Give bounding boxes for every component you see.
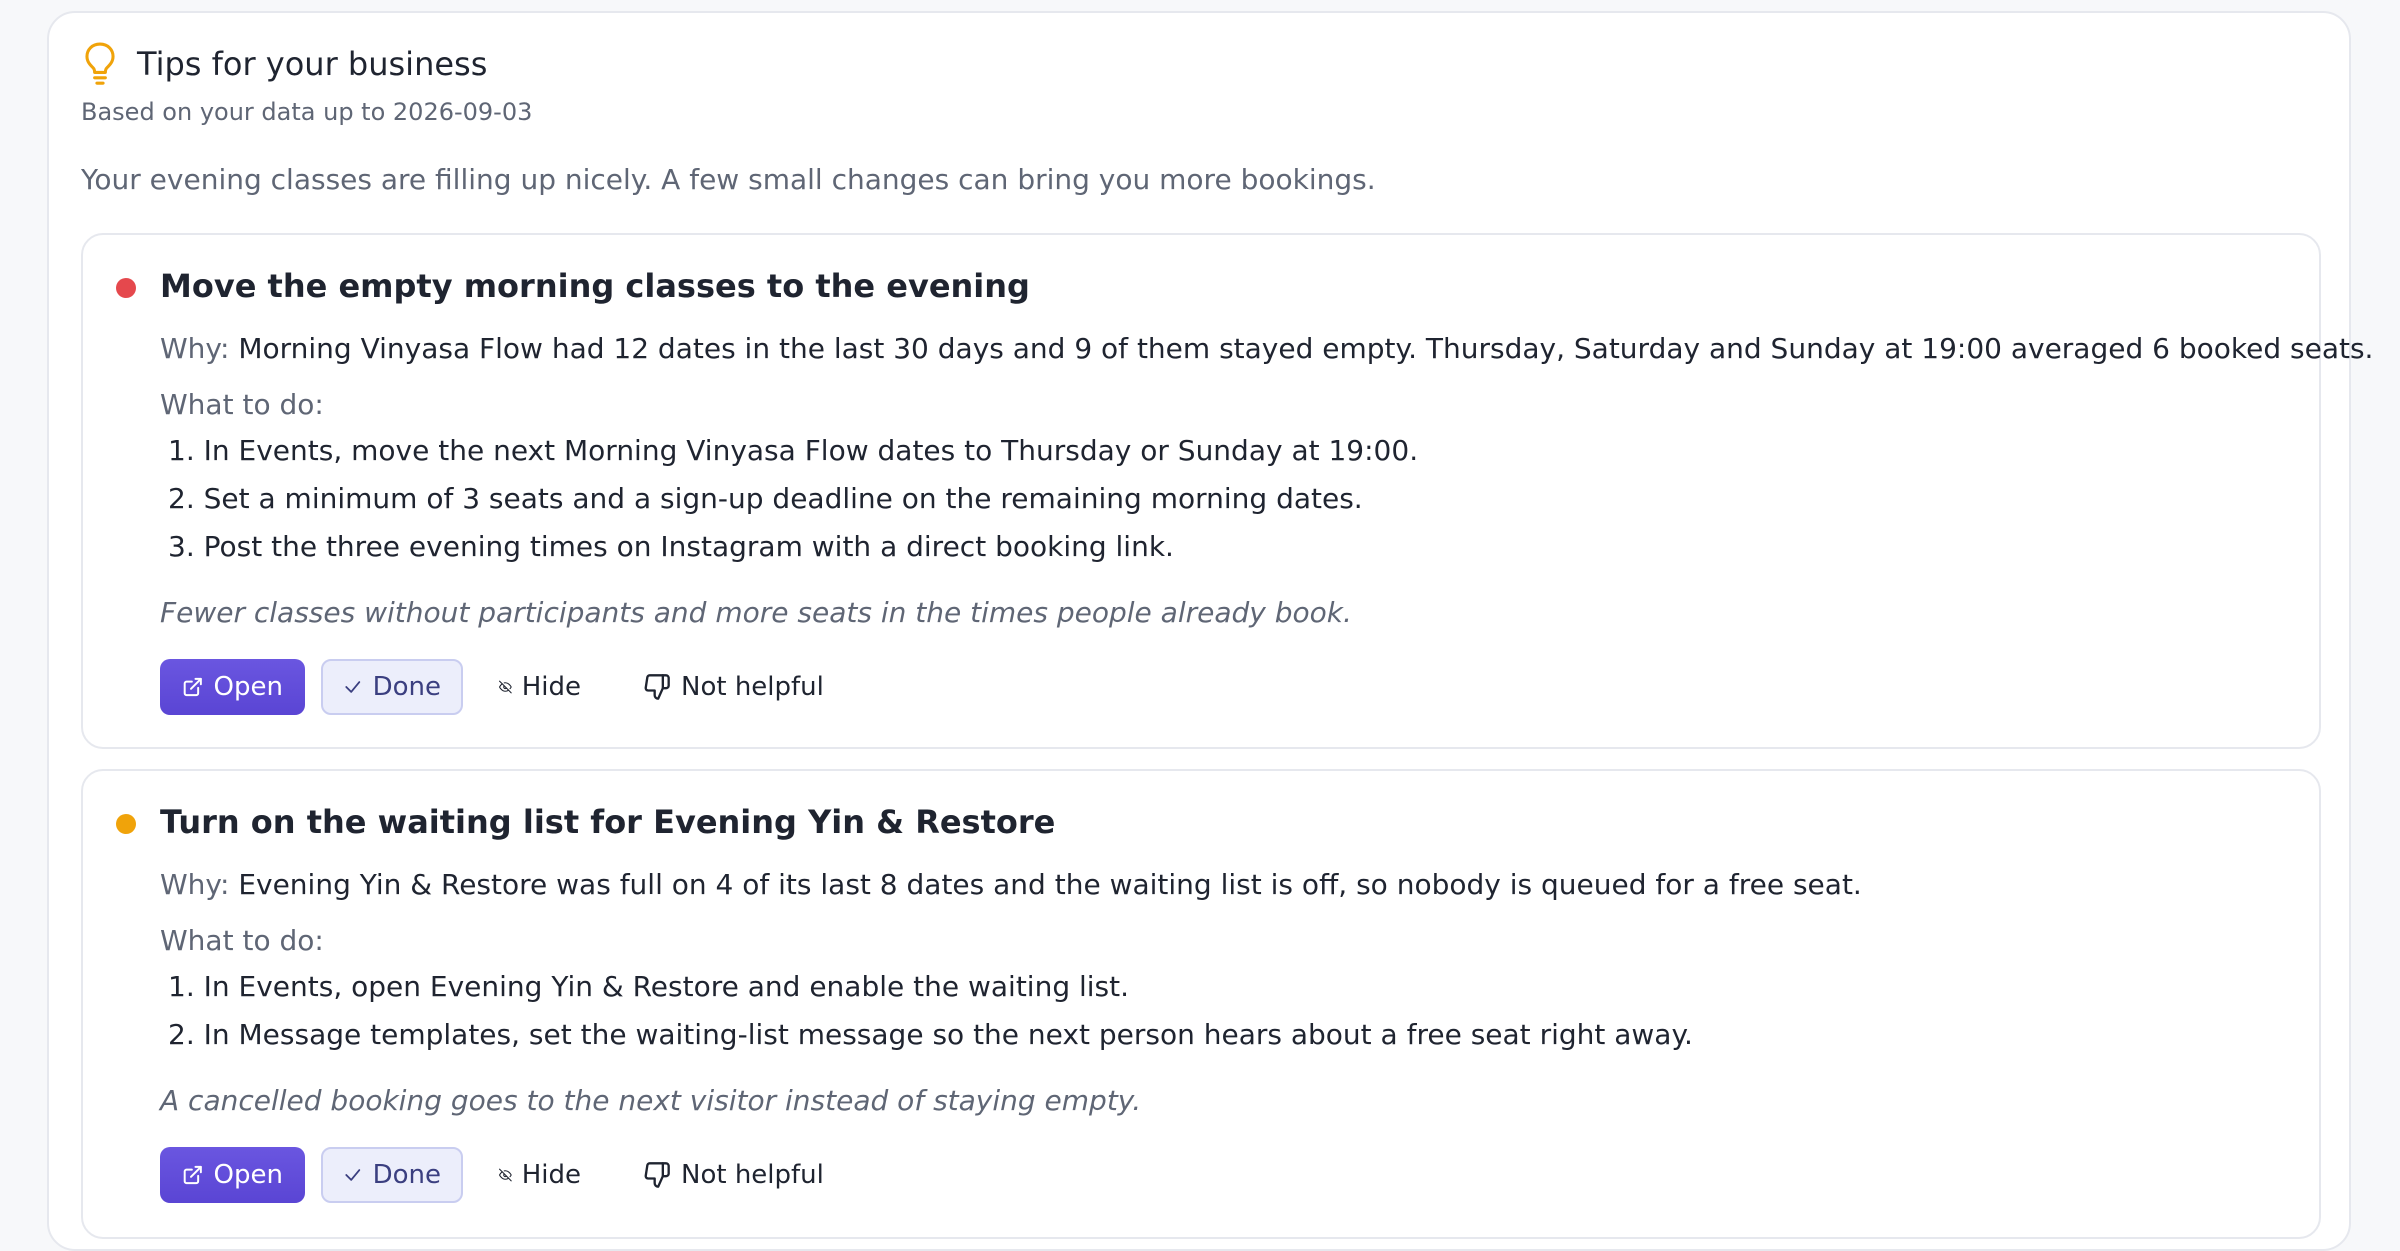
done-label: Done [372, 1160, 441, 1190]
tip-outcome: Fewer classes without participants and m… [160, 596, 1352, 629]
not-helpful-button[interactable]: Not helpful [643, 1147, 842, 1203]
why-label: Why: [160, 868, 230, 901]
hide-button[interactable]: Hide [499, 1147, 599, 1203]
tip-card: Move the empty morning classes to the ev… [81, 233, 2373, 749]
data-date-note: Based on your data up to 2026-09-03 [81, 98, 533, 126]
tip-outcome: A cancelled booking goes to the next vis… [160, 1084, 1142, 1117]
priority-dot [116, 814, 136, 834]
done-label: Done [372, 672, 441, 702]
tip-actions: Open Done Hide Not helpful [160, 1147, 842, 1203]
external-link-icon [183, 677, 202, 697]
step-item: 2. In Message templates, set the waiting… [168, 1018, 1693, 1051]
hide-button[interactable]: Hide [499, 659, 599, 715]
not-helpful-label: Not helpful [681, 1160, 824, 1190]
panel-header: Tips for your business [81, 41, 487, 87]
panel-title: Tips for your business [137, 45, 488, 83]
step-item: 2. Set a minimum of 3 seats and a sign-u… [168, 482, 1363, 515]
check-icon [345, 1169, 361, 1181]
steps-list: 1. In Events, move the next Morning Viny… [168, 431, 1418, 575]
why-text: Evening Yin & Restore was full on 4 of i… [238, 868, 1862, 901]
why-text: Morning Vinyasa Flow had 12 dates in the… [238, 332, 2374, 365]
lightbulb-icon [85, 42, 115, 85]
eye-off-icon [499, 680, 512, 694]
step-item: 3. Post the three evening times on Insta… [168, 530, 1174, 563]
open-button[interactable]: Open [160, 659, 305, 715]
todo-label: What to do: [160, 388, 324, 421]
open-label: Open [213, 1160, 283, 1190]
open-button[interactable]: Open [160, 1147, 305, 1203]
thumbs-down-icon [644, 1162, 670, 1188]
tips-panel: Tips for your business Based on your dat… [47, 11, 2373, 1251]
todo-label: What to do: [160, 924, 324, 957]
done-button[interactable]: Done [321, 1147, 463, 1203]
priority-dot [116, 278, 136, 298]
hide-label: Hide [521, 1160, 581, 1190]
not-helpful-button[interactable]: Not helpful [643, 659, 842, 715]
tip-actions: Open Done Hide Not helpful [160, 659, 842, 715]
intro-text: Your evening classes are filling up nice… [81, 163, 1376, 196]
step-item: 1. In Events, move the next Morning Viny… [168, 434, 1419, 467]
thumbs-down-icon [644, 674, 670, 700]
tip-why: Why: Morning Vinyasa Flow had 12 dates i… [160, 332, 2373, 365]
why-label: Why: [160, 332, 230, 365]
check-icon [345, 681, 361, 693]
done-button[interactable]: Done [321, 659, 463, 715]
step-item: 1. In Events, open Evening Yin & Restore… [168, 970, 1130, 1003]
tip-why: Why: Evening Yin & Restore was full on 4… [160, 868, 1862, 901]
steps-list: 1. In Events, open Evening Yin & Restore… [168, 967, 1693, 1063]
not-helpful-label: Not helpful [681, 672, 824, 702]
tip-title: Turn on the waiting list for Evening Yin… [160, 803, 1056, 841]
tip-card: Turn on the waiting list for Evening Yin… [81, 769, 2321, 1239]
tip-title: Move the empty morning classes to the ev… [160, 267, 1030, 305]
external-link-icon [183, 1165, 202, 1185]
hide-label: Hide [521, 672, 581, 702]
eye-off-icon [499, 1168, 512, 1182]
open-label: Open [213, 672, 283, 702]
